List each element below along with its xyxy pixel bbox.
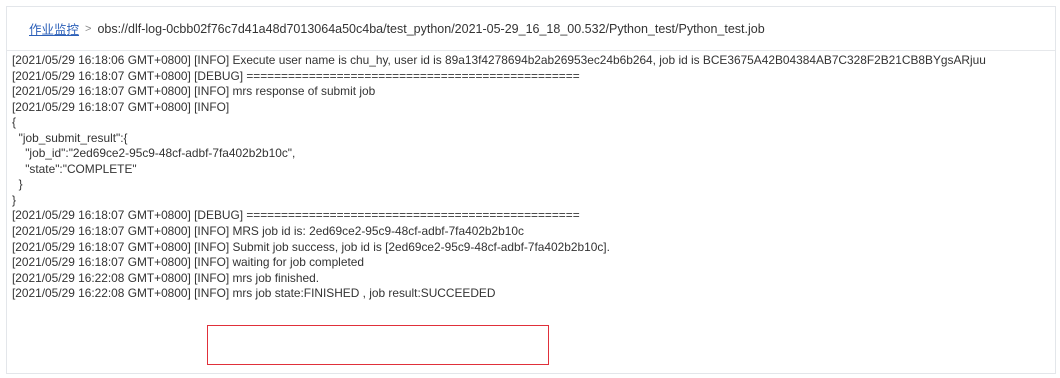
- log-line: [2021/05/29 16:18:06 GMT+0800] [INFO] Ex…: [12, 53, 986, 67]
- log-content: [2021/05/29 16:18:06 GMT+0800] [INFO] Ex…: [12, 53, 1042, 302]
- log-line: "job_submit_result":{: [12, 130, 128, 145]
- log-line: [2021/05/29 16:22:08 GMT+0800] [INFO] mr…: [12, 270, 320, 285]
- log-line: "job_id":"2ed69ce2-95c9-48cf-adbf-7fa402…: [12, 146, 296, 161]
- log-line: [2021/05/29 16:18:07 GMT+0800] [INFO] MR…: [12, 224, 524, 239]
- log-line: [2021/05/29 16:18:07 GMT+0800] [INFO] Su…: [12, 239, 610, 254]
- log-line: {: [12, 115, 16, 130]
- breadcrumb-separator-icon: >: [85, 22, 92, 35]
- log-line: }: [12, 177, 23, 192]
- log-line: [2021/05/29 16:18:07 GMT+0800] [DEBUG] =…: [12, 208, 580, 223]
- log-line: [2021/05/29 16:18:07 GMT+0800] [INFO]: [12, 99, 230, 114]
- log-line: [2021/05/29 16:18:07 GMT+0800] [INFO] mr…: [12, 84, 376, 99]
- log-line-job-result: [2021/05/29 16:22:08 GMT+0800] [INFO] mr…: [12, 286, 496, 301]
- log-line: }: [12, 192, 16, 207]
- breadcrumb-link-job-monitoring[interactable]: 作业监控: [29, 19, 79, 38]
- log-line: [2021/05/29 16:18:07 GMT+0800] [DEBUG] =…: [12, 68, 580, 83]
- log-line: [2021/05/29 16:18:07 GMT+0800] [INFO] wa…: [12, 255, 364, 270]
- log-line: "state":"COMPLETE": [12, 161, 137, 176]
- breadcrumb: 作业监控 > obs://dlf-log-0cbb02f76c7d41a48d7…: [7, 7, 1055, 51]
- breadcrumb-log-path: obs://dlf-log-0cbb02f76c7d41a48d7013064a…: [97, 21, 765, 36]
